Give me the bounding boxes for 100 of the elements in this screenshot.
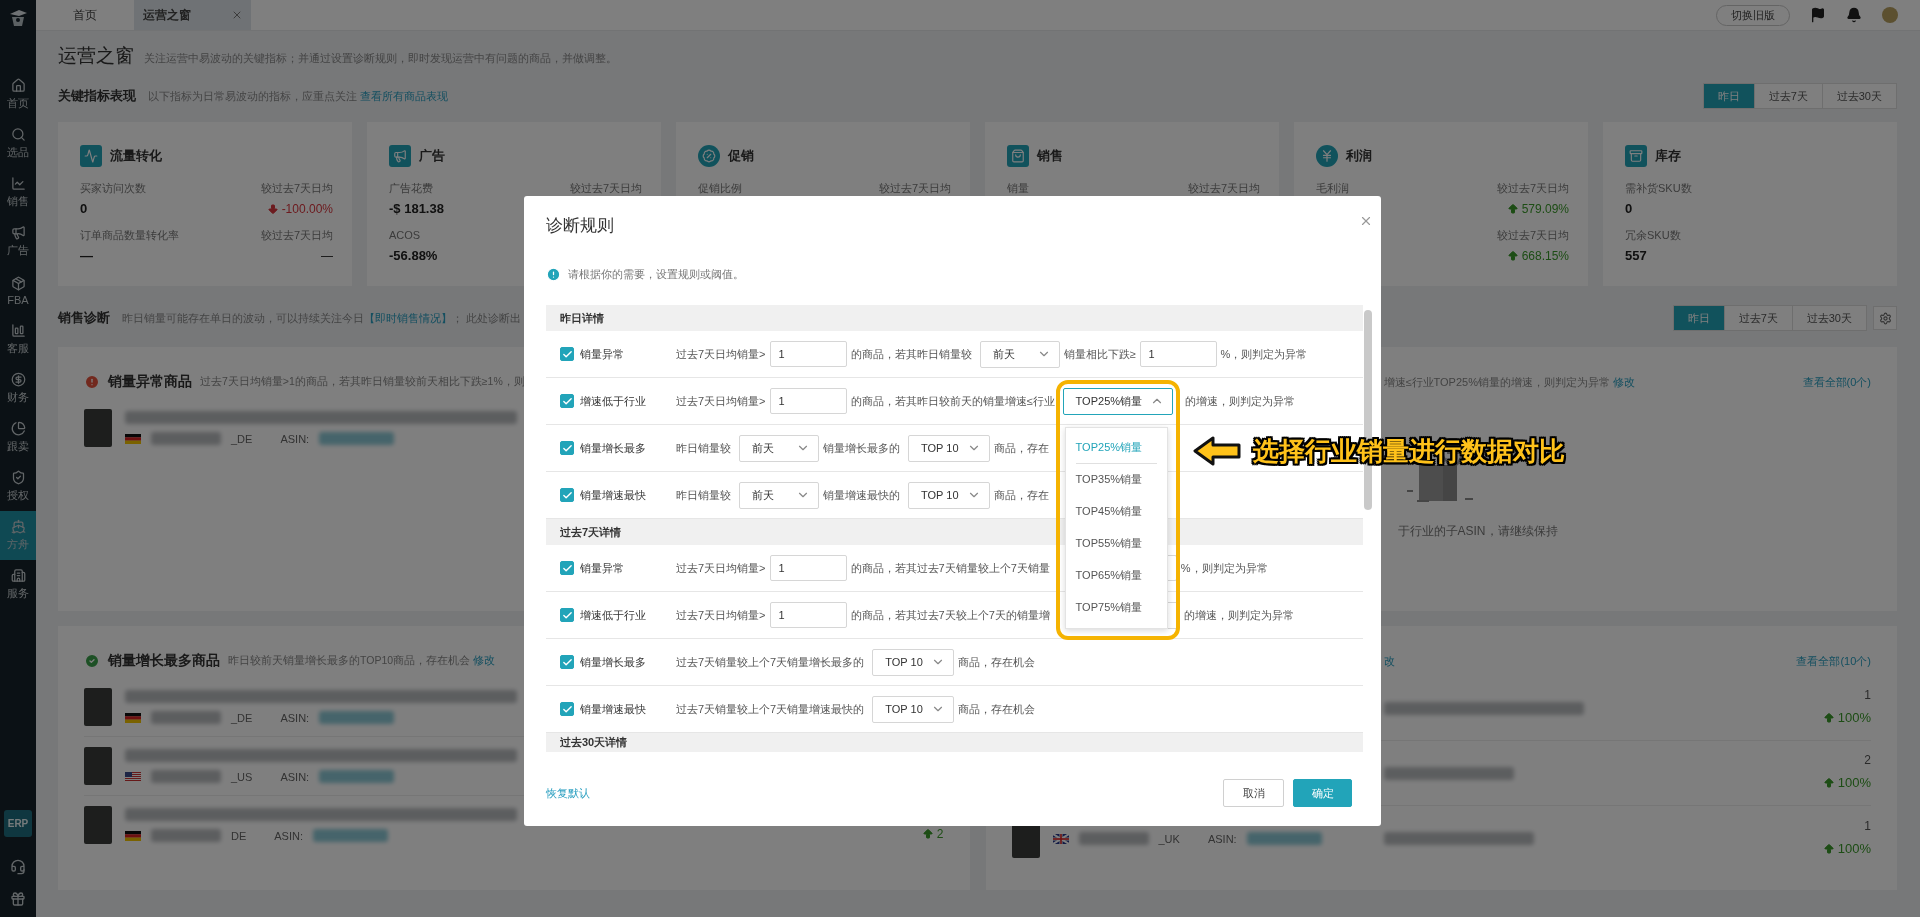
rule-text: %，则判定为异常 [1180,560,1268,576]
compare-label: 较过去7天日均 [1496,228,1569,243]
compare-label: 较过去7天日均 [569,181,642,196]
sidebar-item[interactable]: 首页 [0,70,36,119]
number-input[interactable]: 1 [769,341,847,367]
market-code: _DE [231,432,253,445]
settings-button[interactable] [1873,306,1897,330]
search-icon [10,127,26,142]
dropdown-select[interactable]: TOP 10 [872,648,954,676]
dropdown-select[interactable]: 前天 [739,481,819,509]
erp-badge[interactable]: ERP [4,810,32,837]
realtime-sales-link[interactable]: 【即时销售情况】 [364,311,452,324]
metric-label: 销量 [1007,181,1030,196]
dropdown-option[interactable]: TOP55%销量 [1075,527,1157,560]
checkbox[interactable] [560,655,574,669]
dropdown-select[interactable]: TOP 10 [908,481,990,509]
checkbox[interactable] [560,394,574,408]
period-tab[interactable]: 昨日 [1673,306,1724,330]
sidebar-item[interactable]: 授权 [0,462,36,511]
asin-label: ASIN: [280,711,310,724]
confirm-button[interactable]: 确定 [1293,779,1352,807]
arrow-up-icon [1822,842,1835,855]
market-code: DE [231,829,247,842]
checkbox[interactable] [560,441,574,455]
arrow-up-icon [921,828,934,840]
compare-label: 较过去7天日均 [260,228,333,243]
photo-placeholder [84,688,112,726]
dropdown-select[interactable]: TOP25%销量 [1062,387,1174,415]
sidebar-item[interactable]: 跟卖 [0,413,36,462]
dropdown-option[interactable]: TOP75%销量 [1075,591,1157,624]
all-products-link[interactable]: 查看所有商品表现 [360,89,449,102]
building-icon [10,568,26,583]
checkbox[interactable] [560,347,574,361]
metric-value: 0 [1625,200,1634,218]
flag-icon [125,712,141,723]
close-icon[interactable] [1359,214,1373,228]
dropdown-select[interactable]: TOP 10 [872,695,954,723]
shield-check-icon [10,470,26,485]
bell-icon[interactable] [1846,7,1862,23]
checkbox[interactable] [560,561,574,575]
headset-icon[interactable] [10,859,26,875]
dropdown-select[interactable]: TOP 10 [908,434,990,462]
switch-version-button[interactable]: 切换旧版 [1716,4,1790,26]
card-title: 广告 [419,147,445,165]
sidebar-item[interactable]: 服务 [0,560,36,609]
sidebar-item[interactable]: 选品 [0,119,36,168]
reset-link[interactable]: 恢复默认 [546,785,590,801]
dropdown-select[interactable]: 前天 [739,434,819,462]
number-input[interactable]: 1 [769,555,847,581]
megaphone-icon [389,145,411,167]
change-value: 2 [936,826,944,843]
line-chart-icon [10,176,26,191]
edit-link[interactable]: 改 [1383,653,1395,669]
sidebar-item[interactable]: 财务 [0,364,36,413]
dropdown-option[interactable]: TOP45%销量 [1075,495,1157,528]
view-all-link[interactable]: 查看全部(0个) [1802,374,1871,390]
checkbox[interactable] [560,702,574,716]
number-input[interactable]: 1 [1139,341,1217,367]
rule-label: 销量增速最快 [580,487,647,503]
sidebar-item[interactable]: 广告 [0,217,36,266]
checkbox[interactable] [560,608,574,622]
dropdown-option[interactable]: TOP35%销量 [1075,463,1157,496]
blurred-seller [151,829,221,842]
sales-count: 1 [1864,688,1871,702]
rule-text: 销量增长最多的 [823,440,900,456]
dropdown-option[interactable]: TOP25%销量 [1075,431,1157,464]
sidebar-item[interactable]: 销售 [0,168,36,217]
cancel-button[interactable]: 取消 [1223,779,1284,807]
rule-text: 商品，存在 [993,487,1049,503]
photo-placeholder [84,806,112,844]
edit-link[interactable]: 修改 [473,654,495,666]
checkbox[interactable] [560,488,574,502]
metric-label: 广告花费 [389,181,434,196]
change-value: 100% [1837,709,1871,727]
flag-icon [125,433,141,444]
bar-chart-icon [10,323,26,338]
asin-label: ASIN: [1207,832,1237,845]
panel-title: 销量增长最多商品 [108,652,220,670]
sidebar-item[interactable]: FBA [0,266,36,315]
settings-icon [1878,311,1892,325]
metric-value: -$ 181.38 [389,200,445,218]
metric-value: 0 [80,200,89,218]
rule-label: 销量异常 [580,346,625,362]
edit-link[interactable]: 修改 [1613,375,1636,388]
flag-icon[interactable] [1810,7,1826,23]
view-all-link[interactable]: 查看全部(10个) [1796,653,1871,669]
avatar[interactable] [1882,7,1898,23]
period-tab[interactable]: 昨日 [1703,84,1754,108]
pulse-icon [80,145,102,167]
dropdown-select[interactable]: 前天 [979,340,1060,368]
rule-text: 商品，存在 [993,440,1049,456]
metric-label: ACOS [389,228,422,243]
dropdown-option[interactable]: TOP65%销量 [1075,559,1157,592]
sidebar-item[interactable]: 客服 [0,315,36,364]
number-input[interactable]: 1 [769,602,847,628]
number-input[interactable]: 1 [769,388,847,414]
rule-text: 的商品，若其过去7天较上个7天的销量增 [850,607,1050,623]
page-tab[interactable]: 运营之窗 [134,0,251,30]
gift-icon[interactable] [10,891,26,907]
blurred-seller [151,432,221,445]
